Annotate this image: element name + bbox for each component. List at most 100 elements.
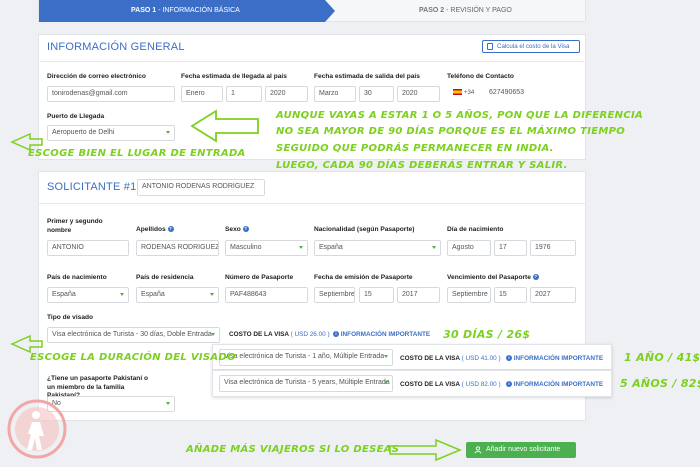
issue-year-field[interactable]: 2017 — [397, 287, 440, 303]
email-field[interactable]: tonirodenas@gmail.com — [47, 86, 175, 102]
annotation-five-years: 5 AÑOS / 82$ — [620, 377, 700, 390]
calculate-visa-cost-label: Calcula el costo de la Visa — [497, 43, 570, 50]
port-select[interactable]: Aeropuerto de Delhi — [47, 125, 175, 141]
visa-option-1-select[interactable]: Visa electrónica de Turista - 1 año, Múl… — [219, 349, 393, 366]
info-icon[interactable]: ? — [532, 274, 539, 281]
lastname-field[interactable]: RODENAS RODRIGUEZ — [136, 240, 219, 256]
port-label: Puerto de Llegada — [47, 113, 105, 120]
steps-bar: PASO 1 - INFORMACIÓN BÁSICA PASO 2 - REV… — [38, 0, 586, 22]
visa-option-2-important-link[interactable]: i INFORMACIÓN IMPORTANTE — [506, 381, 603, 388]
chevron-down-icon — [299, 246, 303, 249]
watermark-logo — [7, 399, 67, 459]
arrival-date-label: Fecha estimada de llegada al país — [181, 73, 287, 80]
nationality-label: Nacionalidad (según Pasaporte) — [314, 226, 415, 233]
visa-option-1-important-label: INFORMACIÓN IMPORTANTE — [513, 355, 604, 362]
visa-type-label: Tipo de visado — [47, 314, 94, 321]
chevron-down-icon — [166, 402, 170, 405]
annotation-add-travelers: AÑADE MÁS VIAJEROS SI LO DESEAS — [186, 444, 400, 455]
visa-type-select[interactable]: Visa electrónica de Turista - 30 días, D… — [47, 327, 220, 343]
expiry-year-field[interactable]: 2027 — [530, 287, 576, 303]
chevron-down-icon — [120, 293, 124, 296]
issue-day-field[interactable]: 15 — [359, 287, 394, 303]
step-2-number: PASO 2 — [419, 7, 445, 14]
lastname-label: Apellidos ? — [136, 226, 174, 235]
add-user-icon — [474, 446, 482, 454]
visa-option-1-cost: COSTO DE LA VISA ( USD 41.00 ) — [400, 355, 501, 362]
visa-option-2-cost-label: COSTO DE LA VISA — [400, 381, 460, 388]
add-applicant-label: Añadir nuevo solicitante — [486, 446, 561, 453]
email-label: Dirección de correo electrónico — [47, 73, 146, 80]
calculate-visa-cost-button[interactable]: Calcula el costo de la Visa — [482, 40, 580, 53]
issue-date-label: Fecha de emisión de Pasaporte — [314, 274, 413, 281]
expiry-month-select[interactable]: Septiembre — [447, 287, 491, 303]
spain-flag-icon — [453, 89, 462, 96]
visa-cost-amount: ( USD 26.00 ) — [290, 331, 330, 338]
visa-cost-label: COSTO DE LA VISA — [229, 331, 289, 338]
phone-label: Teléfono de Contacto — [447, 73, 514, 80]
arrival-year-field[interactable]: 2020 — [265, 86, 308, 102]
step-2-label: REVISIÓN Y PAGO — [450, 7, 512, 14]
visa-option-2-important-label: INFORMACIÓN IMPORTANTE — [513, 381, 604, 388]
birth-month-select[interactable]: Agosto — [447, 240, 491, 256]
step-1-number: PASO 1 — [131, 7, 157, 14]
departure-month-select[interactable]: Marzo — [314, 86, 356, 102]
sex-label-text: Sexo — [225, 226, 241, 233]
arrival-day-field[interactable]: 1 — [226, 86, 262, 102]
expiry-date-label: Vencimiento del Pasaporte ? — [447, 274, 539, 283]
residence-select[interactable]: España — [136, 287, 219, 303]
departure-date-label: Fecha estimada de salida del país — [314, 73, 420, 80]
visa-option-2-cost: COSTO DE LA VISA ( USD 82.00 ) — [400, 381, 501, 388]
phone-code: +34 — [464, 90, 475, 96]
info-icon: i — [506, 381, 512, 388]
sex-select[interactable]: Masculino — [225, 240, 308, 256]
expiry-day-field[interactable]: 15 — [494, 287, 527, 303]
nationality-select[interactable]: España — [314, 240, 441, 256]
chevron-down-icon — [166, 131, 170, 134]
chevron-down-icon — [384, 381, 388, 384]
visa-option-2-select[interactable]: Visa electrónica de Turista - 5 years, M… — [219, 375, 393, 392]
divider — [38, 203, 586, 204]
birth-day-field[interactable]: 17 — [494, 240, 527, 256]
issue-month-select[interactable]: Septiembre — [314, 287, 355, 303]
birth-date-label: Día de nacimiento — [447, 226, 504, 233]
lastname-label-text: Apellidos — [136, 226, 166, 233]
annotation-visa-duration: ESCOGE LA DURACIÓN DEL VISADO — [30, 352, 236, 363]
phone-field[interactable]: 627490653 — [485, 86, 575, 102]
visa-option-2-cost-amount: ( USD 82.00 ) — [461, 381, 501, 388]
general-info-title: INFORMACIÓN GENERAL — [47, 41, 185, 53]
info-icon: i — [506, 355, 512, 362]
departure-year-field[interactable]: 2020 — [397, 86, 440, 102]
important-info-link[interactable]: i INFORMACIÓN IMPORTANTE — [333, 331, 430, 338]
info-icon[interactable]: ? — [242, 226, 249, 233]
annotation-thirty-days: 30 DÍAS / 26$ — [443, 328, 531, 341]
visa-option-1-value: Visa electrónica de Turista - 1 año, Múl… — [224, 353, 385, 360]
step-1[interactable]: PASO 1 - INFORMACIÓN BÁSICA — [39, 0, 335, 22]
birth-country-value: España — [52, 291, 76, 298]
arrival-month-select[interactable]: Enero — [181, 86, 223, 102]
firstname-label: Primer y segundo nombre — [47, 218, 103, 234]
firstname-field[interactable]: ANTONIO — [47, 240, 129, 256]
residence-label: País de residencia — [136, 274, 194, 281]
sex-value: Masculino — [230, 244, 262, 251]
birth-year-field[interactable]: 1976 — [530, 240, 576, 256]
departure-day-field[interactable]: 30 — [359, 86, 394, 102]
chevron-down-icon — [210, 293, 214, 296]
visa-cost: COSTO DE LA VISA ( USD 26.00 ) — [229, 331, 330, 338]
annotation-stay-line-4: LUEGO, CADA 90 DÍAS DEBERÁS ENTRAR Y SAL… — [276, 160, 568, 171]
applicant-name-select[interactable]: ANTONIO RODENAS RODRIGUEZ — [137, 179, 265, 196]
step-2[interactable]: PASO 2 - REVISIÓN Y PAGO — [419, 0, 512, 22]
calculator-icon — [487, 43, 493, 50]
annotation-stay-line-3: SEGUIDO QUE PODRÁS PERMANECER EN INDIA. — [276, 143, 554, 154]
phone-country-select[interactable]: +34 — [447, 86, 483, 102]
visa-option-1-important-link[interactable]: i INFORMACIÓN IMPORTANTE — [506, 355, 603, 362]
divider — [38, 61, 586, 62]
birth-country-label: País de nacimiento — [47, 274, 107, 281]
annotation-one-year: 1 AÑO / 41$ — [624, 351, 700, 364]
info-icon[interactable]: ? — [167, 226, 174, 233]
add-applicant-button[interactable]: Añadir nuevo solicitante — [466, 442, 576, 458]
visa-type-value: Visa electrónica de Turista - 30 días, D… — [52, 331, 212, 338]
visa-option-1-cost-amount: ( USD 41.00 ) — [461, 355, 501, 362]
passport-field[interactable]: PAF488643 — [225, 287, 308, 303]
birth-country-select[interactable]: España — [47, 287, 129, 303]
annotation-stay-line-1: AUNQUE VAYAS A ESTAR 1 O 5 AÑOS, PON QUE… — [276, 110, 644, 121]
